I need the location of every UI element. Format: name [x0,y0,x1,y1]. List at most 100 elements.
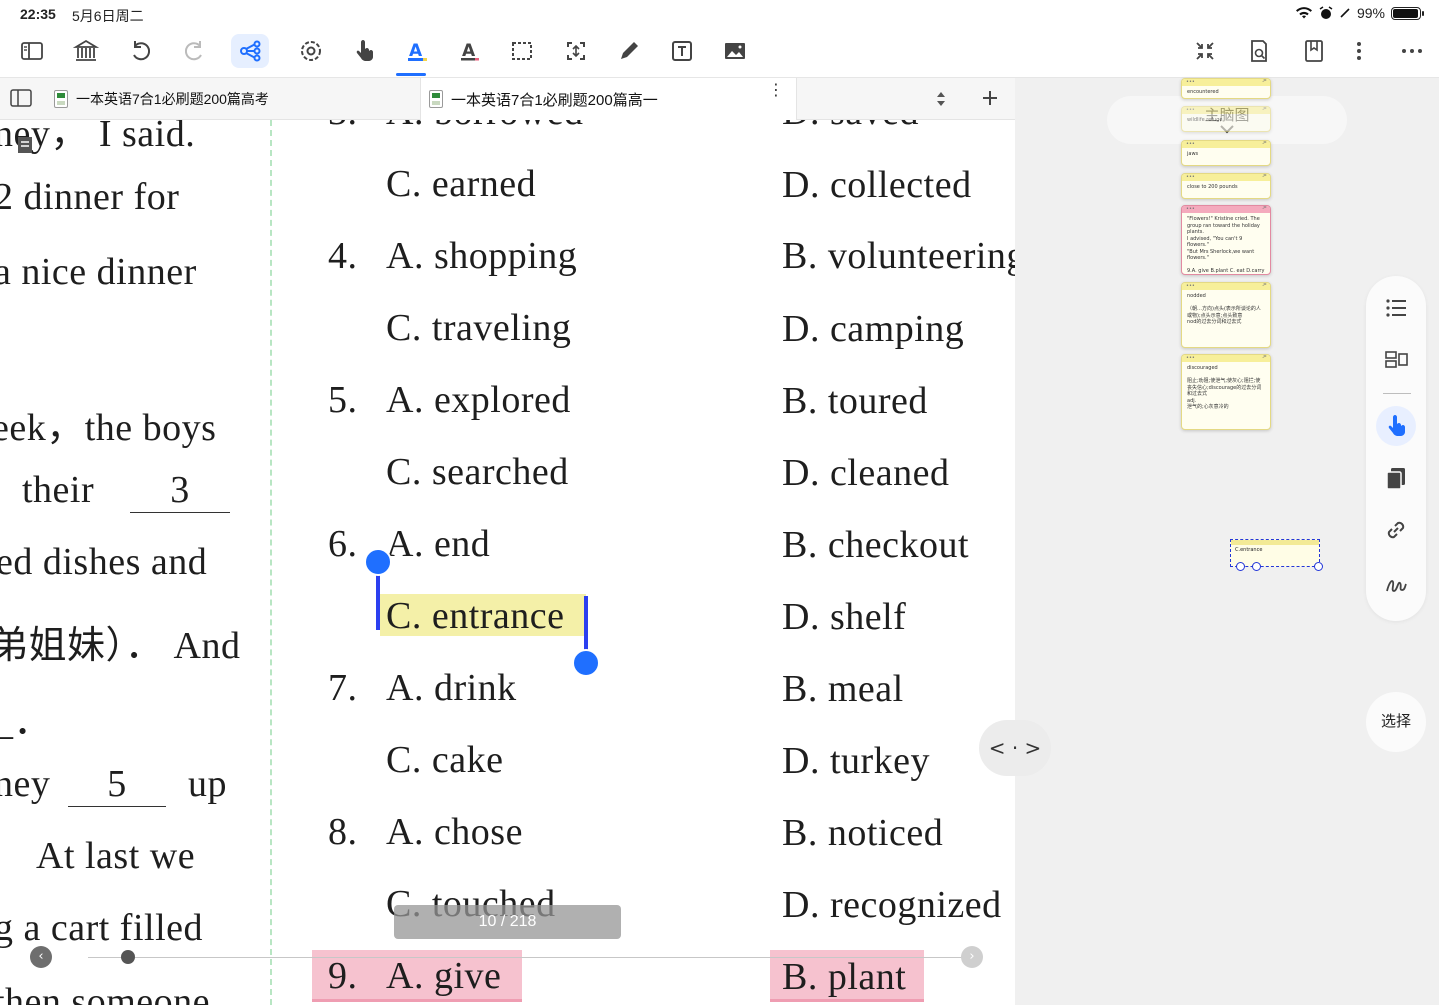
left-text-line: then someone [0,981,211,1005]
sidebar-toggle-icon[interactable] [13,34,51,68]
option-b: D. cleaned [782,452,950,494]
card-resize-handle[interactable] [1252,562,1261,571]
side-toolbar [1366,276,1426,621]
wifi-icon [1295,7,1312,19]
outline-icon[interactable] [1376,288,1416,328]
crop-icon[interactable] [557,34,595,68]
left-text-line: their [22,469,95,511]
sort-tabs-icon[interactable] [932,90,950,113]
toolbar: A A [0,28,1439,78]
mindmap-panel[interactable]: 主脑图 •••encountered •••wildlife refuge ••… [1015,78,1439,1005]
highlight-icon[interactable]: A [398,34,436,68]
option-b: D. recognized [782,884,1002,926]
add-tab-icon[interactable] [980,88,1000,113]
battery-percent: 99% [1356,5,1385,21]
option-a-selected[interactable]: C. entrance [386,594,565,638]
mindmap-card[interactable]: •••discouraged 阻止;劝阻;使泄气;使灰心;阻拦;使丧失信心;di… [1181,354,1271,430]
card-text: discouraged 阻止;劝阻;使泄气;使灰心;阻拦;使丧失信心;disco… [1187,365,1262,410]
image-icon[interactable] [716,34,754,68]
pencil-status-icon [1340,8,1350,18]
tab-document-1[interactable]: 一本英语7合1必刷题200篇高考 [48,78,420,120]
slider-track[interactable] [88,957,968,958]
option-a: C. searched [386,451,569,493]
left-text-line: _． [0,701,53,743]
card-text: "Flowers!" Kristine cried. The group ran… [1187,216,1265,274]
lasso-icon[interactable] [292,34,330,68]
option-b: D. turkey [782,740,931,782]
option-a: C. earned [386,163,537,205]
more-horizontal-icon[interactable] [1393,34,1431,68]
option-b: D. collected [782,164,972,206]
selection-end-handle[interactable] [572,649,600,677]
more-vertical-icon[interactable] [1340,34,1378,68]
mindmap-card[interactable]: •••jaws [1181,140,1271,166]
card-text: C.entrance [1235,547,1263,553]
slider-thumb[interactable] [121,950,136,964]
underline-icon[interactable]: A [451,34,489,68]
search-doc-icon[interactable] [1240,34,1278,68]
split-view-icon[interactable] [10,89,32,112]
tab-title: 一本英语7合1必刷题200篇高考 [76,91,269,107]
page-indicator: 10 / 218 [394,905,621,939]
option-a: A. end [386,523,491,565]
collapse-icon[interactable] [1186,34,1224,68]
left-text-line: At last we [36,835,196,877]
option-b: B. toured [782,380,928,422]
question-number: 6. [328,523,358,565]
card-text: nodded （朝…方向)点头(表示所谈论的人或物);点头示意;点头致意 nod… [1187,293,1261,325]
question-number: 4. [328,235,358,277]
card-resize-handle[interactable] [1314,562,1323,571]
hand-pointer-icon[interactable] [345,34,383,68]
note-icon[interactable] [16,135,34,160]
undo-icon[interactable] [122,34,160,68]
mindmap-card[interactable]: •••nodded （朝…方向)点头(表示所谈论的人或物);点头示意;点头致意 … [1181,282,1271,348]
tab-title: 一本英语7合1必刷题200篇高一 [451,91,658,109]
option-a: C. cake [386,739,504,781]
status-bar: 22:35 5月6日周二 99% [0,0,1439,28]
pencil-icon[interactable] [610,34,648,68]
previous-page-icon[interactable]: ‹ [30,946,52,968]
option-b: D. shelf [782,596,907,638]
hand-pointer-icon[interactable] [1376,406,1416,446]
mindmap-card[interactable]: •••"Flowers!" Kristine cried. The group … [1181,205,1271,275]
textbox-icon[interactable] [663,34,701,68]
link-icon[interactable] [1376,510,1416,550]
card-text: encountered [1187,89,1219,95]
card-text: wildlife refuge [1187,117,1223,123]
alarm-icon [1319,6,1333,19]
option-b: B. volunteering [782,235,1015,277]
next-page-icon[interactable]: › [961,946,983,968]
question-number: 3. [328,120,358,134]
left-text-line: ed dishes and [0,541,208,583]
tab-more-icon[interactable]: ⋮ [768,83,784,99]
separator [1383,393,1411,394]
library-icon[interactable] [67,34,105,68]
left-text-line: eek，the boys [0,407,217,449]
bookmark-icon[interactable] [1295,34,1333,68]
tab-document-2[interactable]: 一本英语7合1必刷题200篇高一 ⋮ [420,78,797,120]
left-text-line: ney [0,763,51,805]
status-date: 5月6日周二 [72,8,144,24]
page-slider[interactable]: ‹ › [30,946,990,970]
selected-mindmap-card[interactable]: C.entrance [1230,539,1323,571]
squiggle-icon[interactable] [1376,564,1416,604]
option-b: B. checkout [782,524,970,566]
selection-start-handle[interactable] [364,548,392,576]
screenshot-icon[interactable] [503,34,541,68]
card-resize-handle[interactable] [1236,562,1245,571]
mindmap-icon[interactable] [231,34,269,68]
status-indicators: 99% [1295,5,1424,21]
mindmap-card[interactable]: •••wildlife refuge [1181,106,1271,132]
tab-bar: 一本英语7合1必刷题200篇高考 一本英语7合1必刷题200篇高一 ⋮ [0,78,1015,120]
mindmap-card[interactable]: •••encountered [1181,78,1271,99]
copy-icon[interactable] [1376,458,1416,498]
panel-nav-arrows[interactable]: < · > [979,720,1051,776]
left-text-line: 2 dinner for [0,176,180,218]
active-tool-indicator [396,73,426,76]
document-page[interactable]: ney， I said. 2 dinner for a nice dinner … [0,120,1015,1005]
redo-icon[interactable] [175,34,213,68]
option-a: A. shopping [386,235,578,277]
mindmap-card[interactable]: •••close to 200 pounds [1181,173,1271,199]
layout-icon[interactable] [1376,340,1416,380]
select-button[interactable]: 选择 [1366,692,1426,752]
